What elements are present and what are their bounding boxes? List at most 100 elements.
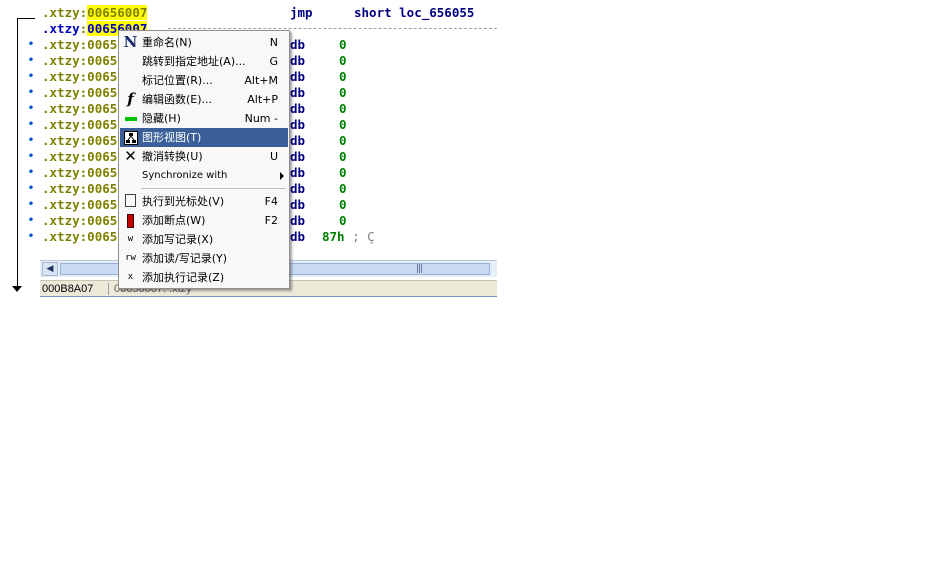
segment-name: .xtzy bbox=[42, 101, 80, 116]
segment-name: .xtzy bbox=[42, 69, 80, 84]
submenu-arrow-icon bbox=[280, 172, 284, 180]
bullet-icon: • bbox=[28, 135, 35, 146]
address: 00656007 bbox=[87, 5, 148, 20]
function-icon: f bbox=[127, 90, 134, 108]
rename-icon: N bbox=[123, 33, 138, 51]
operand: 0 bbox=[339, 165, 347, 180]
bullet-icon: • bbox=[28, 231, 35, 242]
menu-item-mark-position[interactable]: 标记位置(R)... Alt+M bbox=[120, 71, 288, 90]
bullet-icon: • bbox=[28, 183, 35, 194]
operand: 0 bbox=[339, 117, 347, 132]
bullet-icon: • bbox=[28, 167, 35, 178]
grip-icon: ||| bbox=[416, 264, 423, 274]
menu-item-add-write-trace[interactable]: w 添加写记录(X) bbox=[120, 230, 288, 249]
menu-item-hide[interactable]: 隐藏(H) Num - bbox=[120, 109, 288, 128]
segment-name: .xtzy bbox=[42, 229, 80, 244]
address: 0065 bbox=[87, 197, 118, 212]
bullet-icon: • bbox=[28, 199, 35, 210]
mnemonic: db bbox=[290, 133, 306, 148]
segment-name: .xtzy bbox=[42, 197, 80, 212]
context-menu: N 重命名(N) N 跳转到指定地址(A)... G 标记位置(R)... Al… bbox=[118, 30, 290, 289]
address: 0065 bbox=[87, 85, 118, 100]
bullet-icon: • bbox=[28, 119, 35, 130]
segment-name: .xtzy bbox=[42, 37, 80, 52]
mnemonic: db bbox=[290, 85, 306, 100]
undo-icon: ✕ bbox=[124, 147, 137, 165]
mnemonic: db bbox=[290, 37, 306, 52]
graph-view-icon bbox=[122, 129, 139, 146]
bullet-icon: • bbox=[28, 103, 35, 114]
segment-name: .xtzy bbox=[42, 21, 80, 36]
segment-name: .xtzy bbox=[42, 213, 80, 228]
operand: 0 bbox=[339, 85, 347, 100]
address: 0065 bbox=[87, 37, 118, 52]
operand: 0 bbox=[339, 181, 347, 196]
menu-item-synchronize-with[interactable]: Synchronize with bbox=[120, 166, 288, 185]
code-line[interactable]: .xtzy:00656007 jmp short loc_656055 bbox=[0, 5, 497, 21]
address: 0065 bbox=[87, 181, 118, 196]
mnemonic: db bbox=[290, 181, 306, 196]
operand: 0 bbox=[339, 101, 347, 116]
operand: 0 bbox=[339, 149, 347, 164]
address: 0065 bbox=[87, 149, 118, 164]
menu-item-undo-convert[interactable]: ✕ 撤消转换(U) U bbox=[120, 147, 288, 166]
scroll-left-button[interactable]: ◀ bbox=[42, 262, 58, 276]
segment-name: .xtzy bbox=[42, 117, 80, 132]
bullet-icon: • bbox=[28, 151, 35, 162]
address: 0065 bbox=[87, 101, 118, 116]
menu-item-run-to-cursor[interactable]: 执行到光标处(V) F4 bbox=[120, 192, 288, 211]
mnemonic: db bbox=[290, 69, 306, 84]
mnemonic: db bbox=[290, 213, 306, 228]
segment-name: .xtzy bbox=[42, 181, 80, 196]
write-trace-icon: w bbox=[127, 234, 134, 244]
mnemonic: db bbox=[290, 101, 306, 116]
segment-name: .xtzy bbox=[42, 133, 80, 148]
operand: 0 bbox=[339, 37, 347, 52]
exec-trace-icon: x bbox=[127, 272, 134, 282]
bullet-icon: • bbox=[28, 87, 35, 98]
address: 0065 bbox=[87, 133, 118, 148]
bullet-icon: • bbox=[28, 71, 35, 82]
address: 0065 bbox=[87, 229, 118, 244]
hide-icon bbox=[122, 110, 139, 127]
mnemonic: db bbox=[290, 53, 306, 68]
mnemonic: db bbox=[290, 117, 306, 132]
address: 0065 bbox=[87, 53, 118, 68]
bullet-icon: • bbox=[28, 39, 35, 50]
segment-name: .xtzy bbox=[42, 85, 80, 100]
menu-item-rename[interactable]: N 重命名(N) N bbox=[120, 33, 288, 52]
menu-separator bbox=[141, 188, 286, 189]
menu-item-graph-view[interactable]: 图形视图(T) bbox=[120, 128, 288, 147]
mnemonic: db bbox=[290, 229, 306, 244]
comment: ; Ç bbox=[352, 229, 375, 244]
operand: 0 bbox=[339, 197, 347, 212]
menu-item-jump-to-address[interactable]: 跳转到指定地址(A)... G bbox=[120, 52, 288, 71]
mnemonic: db bbox=[290, 149, 306, 164]
operand: short loc_656055 bbox=[354, 5, 475, 20]
segment-name: .xtzy bbox=[42, 149, 80, 164]
menu-item-add-exec-trace[interactable]: x 添加执行记录(Z) bbox=[120, 268, 288, 287]
address: 0065 bbox=[87, 165, 118, 180]
separator-line bbox=[168, 28, 497, 29]
bullet-icon: • bbox=[28, 55, 35, 66]
mnemonic: db bbox=[290, 165, 306, 180]
breakpoint-icon bbox=[122, 212, 139, 229]
segment-name: .xtzy bbox=[42, 165, 80, 180]
flow-arrow-head bbox=[12, 286, 22, 292]
operand: 0 bbox=[339, 69, 347, 84]
bullet-icon: • bbox=[28, 215, 35, 226]
operand: 0 bbox=[339, 133, 347, 148]
mnemonic: jmp bbox=[290, 5, 313, 20]
address: 0065 bbox=[87, 69, 118, 84]
run-to-cursor-icon bbox=[122, 193, 139, 210]
operand: 0 bbox=[339, 213, 347, 228]
status-offset: 000B8A07 bbox=[42, 283, 94, 295]
address: 0065 bbox=[87, 213, 118, 228]
mnemonic: db bbox=[290, 197, 306, 212]
rw-trace-icon: rw bbox=[125, 253, 136, 263]
segment-name: .xtzy bbox=[42, 5, 80, 20]
menu-item-edit-function[interactable]: f 编辑函数(E)... Alt+P bbox=[120, 90, 288, 109]
segment-name: .xtzy bbox=[42, 53, 80, 68]
menu-item-add-breakpoint[interactable]: 添加断点(W) F2 bbox=[120, 211, 288, 230]
menu-item-add-rw-trace[interactable]: rw 添加读/写记录(Y) bbox=[120, 249, 288, 268]
